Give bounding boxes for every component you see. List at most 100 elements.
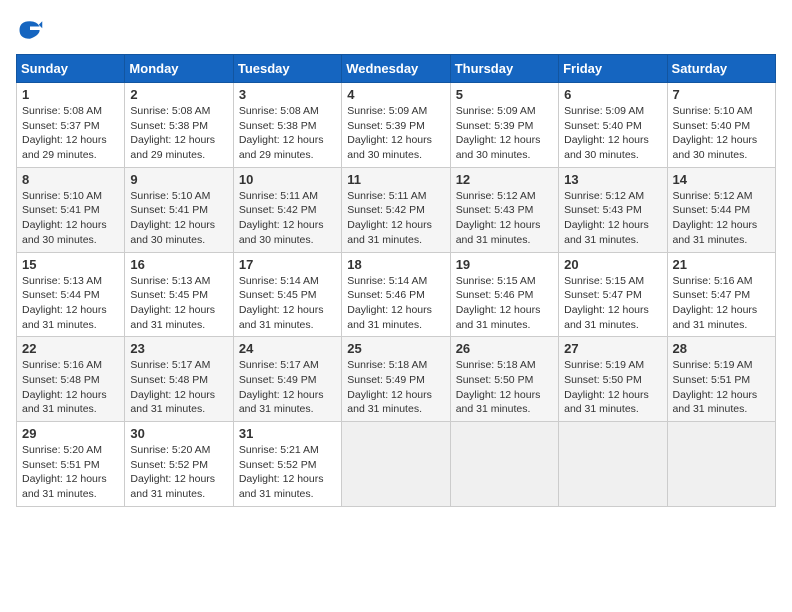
- day-info: Sunrise: 5:13 AMSunset: 5:45 PMDaylight:…: [130, 275, 215, 331]
- calendar-week-row: 29 Sunrise: 5:20 AMSunset: 5:51 PMDaylig…: [17, 422, 776, 507]
- day-info: Sunrise: 5:10 AMSunset: 5:41 PMDaylight:…: [130, 190, 215, 246]
- day-number: 9: [130, 172, 227, 187]
- calendar-day-cell: 22 Sunrise: 5:16 AMSunset: 5:48 PMDaylig…: [17, 337, 125, 422]
- day-number: 12: [456, 172, 553, 187]
- calendar-day-cell: 11 Sunrise: 5:11 AMSunset: 5:42 PMDaylig…: [342, 167, 450, 252]
- weekday-header: Thursday: [450, 55, 558, 83]
- day-info: Sunrise: 5:10 AMSunset: 5:41 PMDaylight:…: [22, 190, 107, 246]
- calendar-day-cell: 10 Sunrise: 5:11 AMSunset: 5:42 PMDaylig…: [233, 167, 341, 252]
- day-number: 23: [130, 341, 227, 356]
- weekday-header: Tuesday: [233, 55, 341, 83]
- calendar-day-cell: 28 Sunrise: 5:19 AMSunset: 5:51 PMDaylig…: [667, 337, 775, 422]
- day-info: Sunrise: 5:09 AMSunset: 5:39 PMDaylight:…: [456, 105, 541, 161]
- day-info: Sunrise: 5:12 AMSunset: 5:43 PMDaylight:…: [456, 190, 541, 246]
- day-info: Sunrise: 5:14 AMSunset: 5:46 PMDaylight:…: [347, 275, 432, 331]
- day-info: Sunrise: 5:12 AMSunset: 5:43 PMDaylight:…: [564, 190, 649, 246]
- calendar-day-cell: [559, 422, 667, 507]
- calendar-day-cell: 19 Sunrise: 5:15 AMSunset: 5:46 PMDaylig…: [450, 252, 558, 337]
- day-info: Sunrise: 5:08 AMSunset: 5:38 PMDaylight:…: [239, 105, 324, 161]
- weekday-header: Saturday: [667, 55, 775, 83]
- day-info: Sunrise: 5:17 AMSunset: 5:48 PMDaylight:…: [130, 359, 215, 415]
- day-info: Sunrise: 5:10 AMSunset: 5:40 PMDaylight:…: [673, 105, 758, 161]
- day-number: 7: [673, 87, 770, 102]
- day-number: 29: [22, 426, 119, 441]
- day-number: 8: [22, 172, 119, 187]
- weekday-header: Monday: [125, 55, 233, 83]
- day-info: Sunrise: 5:14 AMSunset: 5:45 PMDaylight:…: [239, 275, 324, 331]
- weekday-header: Friday: [559, 55, 667, 83]
- day-number: 18: [347, 257, 444, 272]
- calendar-day-cell: 31 Sunrise: 5:21 AMSunset: 5:52 PMDaylig…: [233, 422, 341, 507]
- calendar-day-cell: 12 Sunrise: 5:12 AMSunset: 5:43 PMDaylig…: [450, 167, 558, 252]
- calendar-day-cell: 20 Sunrise: 5:15 AMSunset: 5:47 PMDaylig…: [559, 252, 667, 337]
- calendar-day-cell: 7 Sunrise: 5:10 AMSunset: 5:40 PMDayligh…: [667, 83, 775, 168]
- calendar-day-cell: 6 Sunrise: 5:09 AMSunset: 5:40 PMDayligh…: [559, 83, 667, 168]
- logo: [16, 16, 48, 44]
- calendar-day-cell: 13 Sunrise: 5:12 AMSunset: 5:43 PMDaylig…: [559, 167, 667, 252]
- day-number: 31: [239, 426, 336, 441]
- day-number: 26: [456, 341, 553, 356]
- calendar-day-cell: [342, 422, 450, 507]
- day-number: 2: [130, 87, 227, 102]
- day-info: Sunrise: 5:08 AMSunset: 5:37 PMDaylight:…: [22, 105, 107, 161]
- day-number: 16: [130, 257, 227, 272]
- day-info: Sunrise: 5:09 AMSunset: 5:40 PMDaylight:…: [564, 105, 649, 161]
- day-info: Sunrise: 5:11 AMSunset: 5:42 PMDaylight:…: [347, 190, 432, 246]
- day-info: Sunrise: 5:13 AMSunset: 5:44 PMDaylight:…: [22, 275, 107, 331]
- calendar-week-row: 22 Sunrise: 5:16 AMSunset: 5:48 PMDaylig…: [17, 337, 776, 422]
- calendar-week-row: 8 Sunrise: 5:10 AMSunset: 5:41 PMDayligh…: [17, 167, 776, 252]
- weekday-header: Wednesday: [342, 55, 450, 83]
- day-number: 17: [239, 257, 336, 272]
- day-number: 13: [564, 172, 661, 187]
- calendar-day-cell: 27 Sunrise: 5:19 AMSunset: 5:50 PMDaylig…: [559, 337, 667, 422]
- day-number: 20: [564, 257, 661, 272]
- calendar-day-cell: 25 Sunrise: 5:18 AMSunset: 5:49 PMDaylig…: [342, 337, 450, 422]
- day-number: 4: [347, 87, 444, 102]
- day-number: 27: [564, 341, 661, 356]
- calendar-day-cell: 30 Sunrise: 5:20 AMSunset: 5:52 PMDaylig…: [125, 422, 233, 507]
- day-number: 5: [456, 87, 553, 102]
- calendar-week-row: 15 Sunrise: 5:13 AMSunset: 5:44 PMDaylig…: [17, 252, 776, 337]
- day-number: 1: [22, 87, 119, 102]
- day-number: 15: [22, 257, 119, 272]
- calendar-day-cell: 18 Sunrise: 5:14 AMSunset: 5:46 PMDaylig…: [342, 252, 450, 337]
- day-info: Sunrise: 5:11 AMSunset: 5:42 PMDaylight:…: [239, 190, 324, 246]
- day-number: 19: [456, 257, 553, 272]
- calendar-day-cell: 4 Sunrise: 5:09 AMSunset: 5:39 PMDayligh…: [342, 83, 450, 168]
- day-info: Sunrise: 5:19 AMSunset: 5:50 PMDaylight:…: [564, 359, 649, 415]
- calendar-day-cell: 23 Sunrise: 5:17 AMSunset: 5:48 PMDaylig…: [125, 337, 233, 422]
- calendar-day-cell: 3 Sunrise: 5:08 AMSunset: 5:38 PMDayligh…: [233, 83, 341, 168]
- day-info: Sunrise: 5:16 AMSunset: 5:47 PMDaylight:…: [673, 275, 758, 331]
- day-number: 3: [239, 87, 336, 102]
- calendar-day-cell: 21 Sunrise: 5:16 AMSunset: 5:47 PMDaylig…: [667, 252, 775, 337]
- day-info: Sunrise: 5:19 AMSunset: 5:51 PMDaylight:…: [673, 359, 758, 415]
- day-info: Sunrise: 5:21 AMSunset: 5:52 PMDaylight:…: [239, 444, 324, 500]
- day-info: Sunrise: 5:18 AMSunset: 5:50 PMDaylight:…: [456, 359, 541, 415]
- day-info: Sunrise: 5:16 AMSunset: 5:48 PMDaylight:…: [22, 359, 107, 415]
- day-info: Sunrise: 5:15 AMSunset: 5:46 PMDaylight:…: [456, 275, 541, 331]
- calendar-day-cell: 17 Sunrise: 5:14 AMSunset: 5:45 PMDaylig…: [233, 252, 341, 337]
- day-number: 6: [564, 87, 661, 102]
- calendar-day-cell: 26 Sunrise: 5:18 AMSunset: 5:50 PMDaylig…: [450, 337, 558, 422]
- day-number: 30: [130, 426, 227, 441]
- day-number: 28: [673, 341, 770, 356]
- day-number: 14: [673, 172, 770, 187]
- day-number: 21: [673, 257, 770, 272]
- calendar-day-cell: 2 Sunrise: 5:08 AMSunset: 5:38 PMDayligh…: [125, 83, 233, 168]
- day-info: Sunrise: 5:08 AMSunset: 5:38 PMDaylight:…: [130, 105, 215, 161]
- calendar-day-cell: 16 Sunrise: 5:13 AMSunset: 5:45 PMDaylig…: [125, 252, 233, 337]
- weekday-header: Sunday: [17, 55, 125, 83]
- calendar-day-cell: 24 Sunrise: 5:17 AMSunset: 5:49 PMDaylig…: [233, 337, 341, 422]
- logo-icon: [16, 16, 44, 44]
- day-info: Sunrise: 5:17 AMSunset: 5:49 PMDaylight:…: [239, 359, 324, 415]
- day-info: Sunrise: 5:18 AMSunset: 5:49 PMDaylight:…: [347, 359, 432, 415]
- calendar-day-cell: [667, 422, 775, 507]
- day-info: Sunrise: 5:09 AMSunset: 5:39 PMDaylight:…: [347, 105, 432, 161]
- calendar-day-cell: 29 Sunrise: 5:20 AMSunset: 5:51 PMDaylig…: [17, 422, 125, 507]
- calendar-day-cell: 9 Sunrise: 5:10 AMSunset: 5:41 PMDayligh…: [125, 167, 233, 252]
- calendar-day-cell: 14 Sunrise: 5:12 AMSunset: 5:44 PMDaylig…: [667, 167, 775, 252]
- day-info: Sunrise: 5:20 AMSunset: 5:51 PMDaylight:…: [22, 444, 107, 500]
- day-info: Sunrise: 5:15 AMSunset: 5:47 PMDaylight:…: [564, 275, 649, 331]
- day-number: 11: [347, 172, 444, 187]
- day-number: 22: [22, 341, 119, 356]
